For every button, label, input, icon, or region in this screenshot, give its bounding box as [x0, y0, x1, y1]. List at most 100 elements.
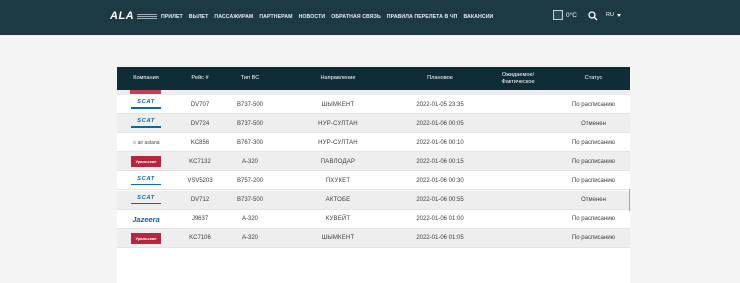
table-row[interactable]: SCAT DV707 B737-500 ШЫМКЕНТ 2022-01-05 23:35… — [117, 95, 630, 114]
cell-actual — [479, 229, 557, 248]
cell-aircraft: A-320 — [241, 158, 258, 165]
cell-status: По расписанию — [571, 158, 616, 165]
cell-actual — [479, 133, 557, 152]
cell-status: Отменен — [581, 197, 606, 203]
language-selector[interactable]: RU — [606, 12, 621, 18]
cell-actual — [479, 210, 557, 229]
cell-flight: KC7132 — [189, 158, 211, 165]
cell-destination: КУВЕЙТ — [325, 216, 351, 223]
cell-destination: НУР-СУЛТАН — [318, 139, 358, 146]
cell-scheduled: 2022-01-06 00:55 — [416, 197, 464, 203]
col-status: Статус — [584, 75, 603, 82]
scat-logo: SCAT — [130, 99, 162, 110]
cell-airline: Уральские — [117, 152, 175, 171]
table-row[interactable]: SCAT VSV5203 B757-200 ПХУКЕТ 2022-01-06 00:3… — [117, 171, 630, 191]
logo-text: ALA — [110, 10, 135, 22]
air-astana-logo: ≋ air astana — [132, 139, 160, 146]
cell-scheduled: 2022-01-06 00:15 — [416, 158, 464, 165]
cell-aircraft: B767-300 — [236, 139, 264, 146]
cell-destination: ПАВЛОДАР — [320, 158, 356, 165]
nav-departures[interactable]: ВЫЛЕТ — [189, 14, 209, 20]
cell-flight: KC7106 — [189, 235, 211, 242]
ural-airlines-logo: Уральские — [131, 232, 161, 244]
language-label: RU — [606, 12, 614, 18]
cell-status: По расписанию — [571, 101, 616, 108]
cell-status: По расписанию — [571, 139, 616, 146]
temperature: 0°C — [566, 11, 577, 19]
cell-airline: SCAT — [117, 95, 175, 114]
scat-logo: SCAT — [130, 175, 162, 186]
main-nav: ПРИЛЕТ ВЫЛЕТ ПАССАЖИРАМ ПАРТНЕРАМ НОВОСТ… — [161, 14, 499, 20]
cell-destination: ПХУКЕТ — [325, 177, 351, 184]
cell-scheduled: 2022-01-06 00:30 — [416, 177, 464, 184]
table-header: Компания Рейс # Тип ВС Направление Плано… — [117, 67, 630, 90]
cell-airline: ≋ air astana — [117, 133, 175, 152]
table-row[interactable]: ≋ air astana KC856 B767-300 НУР-СУЛТАН 2022-0… — [117, 133, 630, 153]
table-row[interactable]: SCAT DV724 B737-500 НУР-СУЛТАН 2022-01-06 00… — [117, 114, 630, 134]
nav-arrivals[interactable]: ПРИЛЕТ — [161, 14, 183, 20]
cell-status: По расписанию — [571, 177, 616, 184]
cell-airline: Уральские — [117, 229, 175, 248]
cell-airline: SCAT — [117, 114, 175, 133]
cell-actual — [479, 191, 557, 210]
cell-status: Отменен — [581, 120, 606, 127]
airline-logo-partial — [130, 90, 161, 94]
nav-passengers[interactable]: ПАССАЖИРАМ — [214, 14, 253, 20]
cell-scheduled: 2022-01-06 01:00 — [416, 216, 464, 223]
cell-flight: DV724 — [190, 120, 210, 127]
table-row[interactable]: Jazeera J9637 A-320 КУВЕЙТ 2022-01-06 01:00 П… — [117, 210, 630, 229]
table-row[interactable]: SCAT DV712 B737-500 АКТОБЕ 2022-01-06 00:55 О… — [117, 190, 630, 210]
cell-destination: ШЫМКЕНТ — [321, 101, 355, 108]
nav-feedback[interactable]: ОБРАТНАЯ СВЯЗЬ — [331, 14, 381, 20]
cell-flight: DV707 — [190, 101, 210, 108]
top-navigation-bar: ALA ПРИЛЕТ ВЫЛЕТ ПАССАЖИРАМ ПАРТНЕРАМ НО… — [0, 0, 740, 35]
col-destination: Направление — [320, 75, 356, 82]
cell-scheduled: 2022-01-06 00:10 — [416, 139, 464, 146]
col-flight: Рейс # — [191, 75, 209, 82]
cell-flight: KC856 — [190, 139, 210, 146]
logo-subtitle-lines — [137, 13, 158, 19]
cell-destination: ШЫМКЕНТ — [321, 235, 355, 242]
flight-board: Компания Рейс # Тип ВС Направление Плано… — [117, 67, 630, 283]
page-content: Компания Рейс # Тип ВС Направление Плано… — [0, 35, 740, 283]
cell-flight: DV712 — [190, 197, 210, 203]
cell-aircraft: B757-200 — [236, 177, 264, 184]
cell-scheduled: 2022-01-06 00:05 — [416, 120, 464, 127]
cell-actual — [479, 152, 557, 171]
table-row[interactable]: Уральские KC7132 A-320 ПАВЛОДАР 2022-01-06 0… — [117, 152, 630, 172]
cell-actual — [479, 114, 557, 133]
cell-aircraft: A-320 — [241, 235, 258, 242]
scat-logo: SCAT — [130, 118, 162, 129]
col-airline: Компания — [133, 75, 159, 82]
cell-status: По расписанию — [571, 216, 616, 223]
weather-widget: 0°C — [553, 10, 577, 20]
nav-partners[interactable]: ПАРТНЕРАМ — [259, 14, 292, 20]
cell-airline: Jazeera — [117, 210, 175, 229]
cell-scheduled: 2022-01-05 23:35 — [416, 101, 464, 108]
table-row[interactable]: Уральские KC7106 A-320 ШЫМКЕНТ 2022-01-06 01… — [117, 228, 630, 248]
col-aircraft: Тип ВС — [240, 75, 260, 82]
cell-destination: НУР-СУЛТАН — [318, 120, 358, 127]
scat-logo: SCAT — [130, 195, 162, 206]
cell-scheduled: 2022-01-06 01:05 — [416, 235, 464, 242]
cell-airline: SCAT — [117, 191, 175, 210]
cell-aircraft: B737-500 — [236, 120, 264, 127]
cell-actual — [479, 171, 557, 190]
cell-actual — [479, 95, 557, 114]
ural-airlines-logo: Уральские — [131, 156, 161, 168]
cell-aircraft: B737-500 — [236, 197, 264, 203]
cell-flight: VSV5203 — [187, 177, 213, 184]
nav-vacancies[interactable]: ВАКАНСИИ — [463, 14, 493, 20]
search-icon[interactable] — [588, 11, 598, 21]
cell-airline: SCAT — [117, 171, 175, 190]
jazeera-logo: Jazeera — [132, 214, 160, 224]
cell-aircraft: A-320 — [241, 216, 258, 223]
cell-destination: АКТОБЕ — [325, 197, 351, 203]
weather-icon — [553, 10, 563, 20]
nav-news[interactable]: НОВОСТИ — [299, 14, 326, 20]
chevron-down-icon — [616, 13, 621, 17]
nav-emergency-rules[interactable]: ПРАВИЛА ПЕРЕЛЕТА В ЧП — [387, 14, 458, 20]
scrollbar-thumb[interactable] — [629, 189, 630, 211]
col-actual: Ожидаемое/ Фактическое — [501, 72, 535, 85]
ala-logo[interactable]: ALA — [110, 10, 158, 22]
